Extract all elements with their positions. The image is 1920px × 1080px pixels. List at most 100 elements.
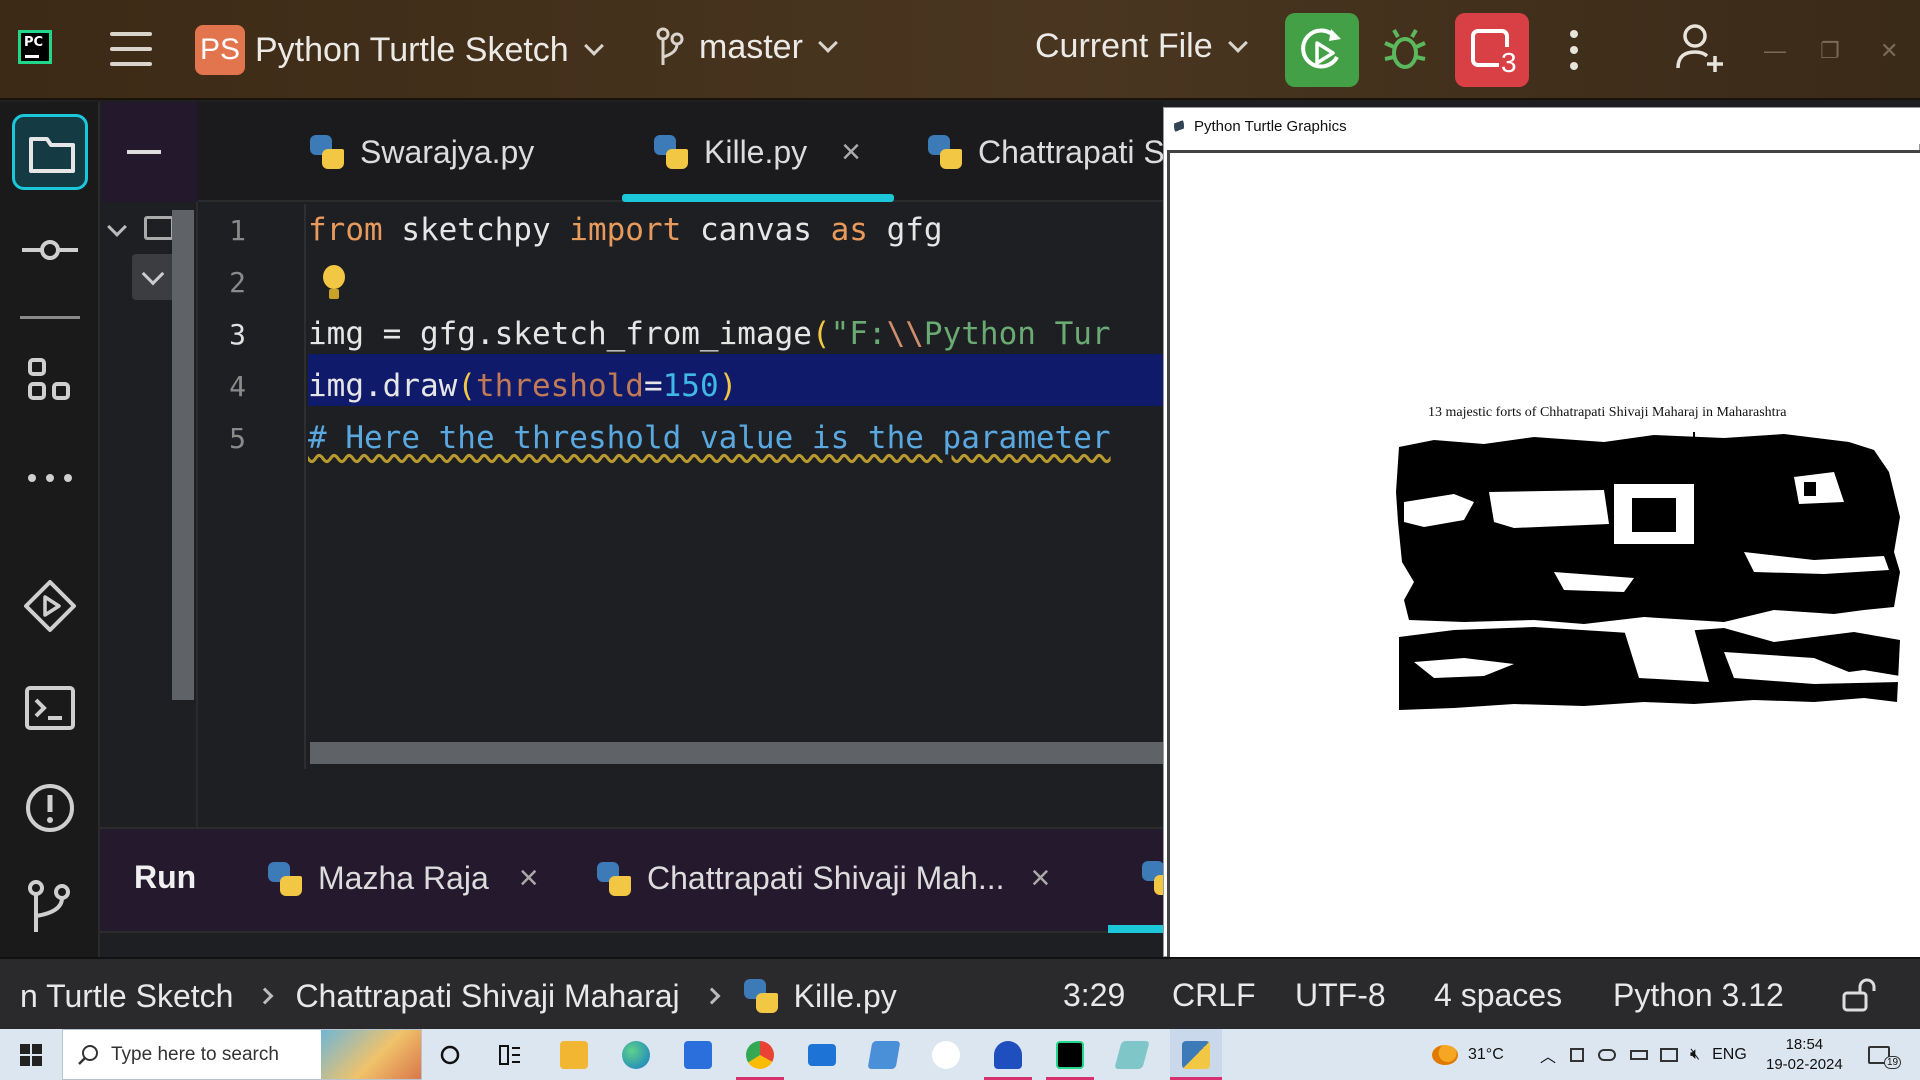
dots-app[interactable] (922, 1029, 970, 1080)
breadcrumb-folder[interactable]: Chattrapati Shivaji Maharaj (295, 978, 679, 1015)
mail-icon (808, 1043, 836, 1066)
project-badge: PS (195, 25, 245, 75)
line-number: 3 (229, 318, 246, 351)
branch-name: master (699, 27, 803, 66)
maximize-button[interactable]: ❐ (1820, 38, 1840, 64)
windows-taskbar: Type here to search 31°C ︿ 🔇︎ ENG 18:54 … (0, 1029, 1920, 1080)
store-app[interactable] (674, 1029, 722, 1080)
close-tab-icon[interactable]: × (1031, 859, 1051, 898)
breadcrumb-project[interactable]: n Turtle Sketch (20, 978, 233, 1015)
line-number: 2 (229, 266, 246, 299)
minimize-button[interactable]: — (1764, 38, 1786, 64)
python-file-icon (926, 133, 964, 171)
python-file-icon (652, 133, 690, 171)
stop-button[interactable]: 3 (1455, 13, 1529, 87)
notes-app[interactable] (1108, 1029, 1156, 1080)
python-interpreter[interactable]: Python 3.12 (1613, 977, 1784, 1014)
task-view-button[interactable] (428, 1029, 472, 1080)
stop-count-badge: 3 (1499, 47, 1519, 79)
tab-label: Chattrapati S (978, 133, 1165, 170)
display-icon[interactable] (1660, 1047, 1679, 1062)
run-config-selector[interactable]: Current File (1035, 27, 1248, 66)
task-view-icon[interactable] (488, 1029, 532, 1080)
start-button[interactable] (0, 1029, 62, 1080)
terminal-icon[interactable] (22, 680, 78, 736)
vcs-branch-switcher[interactable]: master (655, 27, 838, 67)
main-menu-icon[interactable] (110, 32, 152, 66)
git-icon[interactable] (22, 878, 78, 934)
bug-icon (1384, 29, 1426, 69)
tree-expand-icon[interactable] (107, 217, 127, 237)
arc-app[interactable] (984, 1029, 1032, 1080)
code-editor: Swarajya.py Kille.py × Chattrapati S 1 2… (198, 102, 1165, 827)
active-run-tab-indicator (1108, 925, 1163, 933)
notification-center[interactable]: 19 (1868, 1029, 1907, 1080)
indent-setting[interactable]: 4 spaces (1434, 977, 1562, 1014)
turtle-window-titlebar[interactable]: Python Turtle Graphics (1164, 108, 1920, 144)
cloud-icon[interactable] (1598, 1048, 1617, 1061)
line-number: 1 (229, 214, 246, 247)
cortana-icon (440, 1045, 460, 1064)
more-tools-icon[interactable] (22, 450, 78, 506)
volume-muted-icon[interactable]: 🔇︎ (1690, 1046, 1700, 1064)
breadcrumb-file[interactable]: Kille.py (794, 978, 897, 1015)
add-user-button[interactable] (1675, 22, 1725, 74)
run-tab-label: Mazha Raja (318, 860, 489, 896)
commit-icon[interactable] (22, 222, 78, 278)
structure-icon[interactable] (22, 352, 78, 408)
battery-icon[interactable] (1630, 1049, 1649, 1060)
rerun-button[interactable] (1285, 13, 1359, 87)
lightbulb-icon[interactable] (321, 265, 347, 301)
strip-divider (20, 316, 80, 319)
tab-label: Swarajya.py (360, 133, 535, 170)
folder-app-icon (560, 1040, 588, 1069)
close-window-button[interactable]: ✕ (1880, 38, 1898, 64)
python-app[interactable] (1170, 1029, 1222, 1080)
input-language[interactable]: ENG (1712, 1046, 1747, 1064)
tray-app-icon[interactable] (1570, 1047, 1585, 1062)
close-tab-icon[interactable]: × (519, 859, 539, 898)
file-explorer-app[interactable] (550, 1029, 598, 1080)
chevron-right-icon (256, 987, 274, 1005)
store-icon (684, 1040, 712, 1069)
line-separator[interactable]: CRLF (1172, 977, 1256, 1014)
sketch-caption: 13 majestic forts of Chhatrapati Shivaji… (1428, 405, 1787, 420)
weather-widget[interactable]: 31°C (1432, 1029, 1504, 1080)
run-tool-icon[interactable] (22, 578, 78, 634)
run-tab-bar: Run Mazha Raja × Chattrapati Shivaji Mah… (100, 829, 1176, 933)
problems-icon[interactable] (22, 780, 78, 836)
edge-app[interactable] (612, 1029, 660, 1080)
taskbar-search[interactable]: Type here to search (62, 1029, 422, 1080)
project-switcher[interactable]: PS Python Turtle Sketch (195, 25, 604, 75)
more-actions-icon[interactable] (1570, 30, 1578, 70)
debug-button[interactable] (1380, 25, 1430, 75)
code-line-1: from sketchpy import canvas as gfg (308, 212, 943, 248)
editor-horizontal-scrollbar[interactable] (310, 742, 1163, 764)
pycharm-app[interactable] (1046, 1029, 1094, 1080)
project-scrollbar[interactable] (172, 210, 194, 700)
sketch-image (1396, 432, 1900, 710)
caret-position[interactable]: 3:29 (1063, 977, 1125, 1014)
run-tab-chattrapati[interactable]: Chattrapati Shivaji Mah... × (595, 859, 1050, 898)
clock-time: 18:54 (1785, 1035, 1824, 1053)
search-icon (78, 1045, 98, 1065)
git-branch-icon (656, 27, 684, 65)
file-encoding[interactable]: UTF-8 (1295, 977, 1386, 1014)
close-tab-icon[interactable]: × (841, 133, 861, 172)
tray-chevron-icon[interactable]: ︿ (1540, 1043, 1556, 1067)
tab-swarajya[interactable]: Swarajya.py (308, 127, 534, 177)
run-tab-mazha-raja[interactable]: Mazha Raja × (266, 859, 539, 898)
network-app[interactable] (860, 1029, 908, 1080)
clock[interactable]: 18:54 19-02-2024 (1766, 1029, 1843, 1080)
collapse-dropdown-button[interactable] (132, 254, 176, 300)
minimize-panel-icon[interactable] (127, 150, 161, 154)
arc-icon (994, 1040, 1022, 1069)
chrome-app[interactable] (736, 1029, 784, 1080)
tab-kille[interactable]: Kille.py × (652, 127, 861, 177)
project-tool-button[interactable] (12, 114, 88, 190)
tab-chattrapati[interactable]: Chattrapati S (926, 127, 1165, 177)
unlock-icon[interactable] (1840, 977, 1876, 1013)
mail-app[interactable] (798, 1029, 846, 1080)
code-area[interactable]: from sketchpy import canvas as gfg img =… (308, 204, 1163, 769)
python-file-icon (266, 860, 304, 898)
